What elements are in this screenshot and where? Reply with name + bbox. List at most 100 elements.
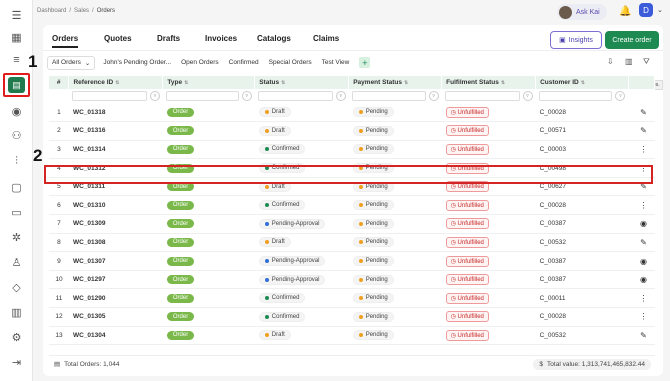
filter-icon[interactable]: ▿ — [522, 91, 533, 101]
columns-icon[interactable]: ▥ — [625, 57, 633, 66]
tab-orders[interactable]: Orders — [52, 34, 79, 48]
more-icon[interactable]: ⋮ — [628, 140, 655, 160]
more-icon[interactable]: ⋮ — [628, 288, 655, 309]
view-confirmed[interactable]: Confirmed — [229, 59, 259, 66]
edit-icon[interactable]: ✎ — [628, 233, 655, 253]
customer-id[interactable]: C_00028 — [535, 103, 629, 123]
filter-input[interactable] — [71, 91, 147, 101]
filter-input[interactable] — [444, 91, 520, 101]
col-payment[interactable]: Payment Status ⇅ — [348, 76, 443, 89]
more-icon[interactable]: ⋮ — [628, 307, 655, 327]
reference-id[interactable]: WC_01304 — [68, 326, 163, 346]
customer-id[interactable]: C_00028 — [535, 307, 629, 327]
reference-id[interactable]: WC_01308 — [68, 233, 163, 253]
table-row[interactable]: 8 WC_01308 Order Draft Pending ◷ Unfulfilled C… — [49, 233, 655, 253]
breadcrumb-sales[interactable]: Sales — [74, 8, 89, 14]
view-test-view[interactable]: Test View — [322, 59, 350, 66]
table-row[interactable]: 10 WC_01297 Order Pending-Approval Pending ◷ … — [49, 270, 655, 290]
reference-id[interactable]: WC_01314 — [68, 140, 163, 160]
table-row[interactable]: 2 WC_01316 Order Draft Pending ◷ Unfulfilled C… — [49, 121, 655, 141]
reference-id[interactable]: WC_01309 — [68, 214, 163, 234]
reference-id[interactable]: WC_01310 — [68, 195, 163, 216]
list-icon[interactable]: ≡ — [8, 53, 25, 67]
tab-quotes[interactable]: Quotes — [104, 34, 132, 43]
settings-icon[interactable]: ⚙ — [8, 330, 25, 344]
person-icon[interactable]: ♙ — [8, 255, 25, 269]
view-johns-pending[interactable]: John's Pending Order... — [103, 59, 171, 66]
more-icon[interactable]: ⋮ — [628, 195, 655, 216]
group-icon[interactable]: ⚇ — [8, 128, 25, 142]
col-type[interactable]: Type ⇅ — [162, 76, 256, 89]
tab-catalogs[interactable]: Catalogs — [257, 34, 291, 43]
add-view-icon[interactable]: + — [359, 57, 371, 68]
reference-id[interactable]: WC_01297 — [68, 270, 163, 290]
sidebar-item-orders-highlight[interactable]: ▤ — [3, 73, 30, 97]
bank-icon[interactable]: ▥ — [8, 305, 25, 319]
col-reference[interactable]: Reference ID ⇅ — [68, 76, 164, 89]
customer-id[interactable]: C_00387 — [535, 251, 629, 271]
reference-id[interactable]: WC_01318 — [68, 103, 163, 123]
customer-id[interactable]: C_00387 — [535, 214, 629, 234]
menu-icon[interactable]: ☰ — [8, 8, 25, 22]
customer-id[interactable]: C_00532 — [535, 233, 629, 253]
filter-input[interactable] — [351, 91, 426, 101]
table-row[interactable]: 1 WC_01318 Order Draft Pending ◷ Unfulfilled C… — [49, 103, 655, 123]
customer-id[interactable]: C_00028 — [535, 195, 629, 216]
eye-icon[interactable]: ◉ — [628, 270, 655, 290]
network-icon[interactable]: ✲ — [8, 230, 25, 244]
table-row[interactable]: 6 WC_01310 Order Confirmed Pending ◷ Unfulfil… — [49, 195, 655, 216]
logout-icon[interactable]: ⇥ — [8, 355, 25, 369]
col-status[interactable]: Status ⇅ — [254, 76, 350, 89]
filter-icon[interactable]: ▿ — [149, 91, 160, 101]
create-order-button[interactable]: Create order — [605, 31, 659, 49]
filter-icon[interactable]: ▿ — [428, 91, 439, 101]
filter-icon[interactable]: ▿ — [241, 91, 252, 101]
view-special-orders[interactable]: Special Orders — [269, 59, 312, 66]
orders-icon[interactable]: ▤ — [8, 77, 25, 93]
dashboard-icon[interactable]: ▦ — [8, 30, 25, 44]
customer-id[interactable]: C_00532 — [535, 326, 629, 346]
ask-kai-button[interactable]: Ask Kai — [557, 4, 607, 20]
edit-icon[interactable]: ✎ — [628, 121, 655, 141]
reference-id[interactable]: WC_01290 — [68, 288, 163, 309]
tab-invoices[interactable]: Invoices — [205, 34, 237, 43]
col-customer[interactable]: Customer ID ⇅ — [535, 76, 629, 89]
eye-icon[interactable]: ◉ — [628, 214, 655, 234]
insights-button[interactable]: ▣ Insights — [550, 31, 602, 49]
table-row[interactable]: 3 WC_01314 Order Confirmed Pending ◷ Unfulfil… — [49, 140, 655, 160]
tag-icon[interactable]: ◇ — [8, 280, 25, 294]
table-row[interactable]: 13 WC_01304 Order Draft Pending ◷ Unfulfilled… — [49, 326, 655, 346]
eye-icon[interactable]: ◉ — [628, 251, 655, 271]
filter-icon[interactable]: ▿ — [615, 91, 626, 101]
filter-input[interactable] — [257, 91, 333, 101]
tab-claims[interactable]: Claims — [313, 34, 339, 43]
reference-id[interactable]: WC_01307 — [68, 251, 163, 271]
export-icon[interactable]: ⇩ — [607, 57, 614, 66]
user-icon[interactable]: ◉ — [8, 104, 25, 118]
breadcrumb-dashboard[interactable]: Dashboard — [37, 8, 66, 14]
filter-icon[interactable]: ▿ — [335, 91, 346, 101]
filter-icon[interactable]: ⛛ — [643, 57, 650, 67]
view-open-orders[interactable]: Open Orders — [181, 59, 219, 66]
edit-icon[interactable]: ✎ — [628, 103, 655, 123]
filter-input[interactable] — [538, 91, 613, 101]
file-icon[interactable]: ▢ — [8, 180, 25, 194]
sliders-icon[interactable]: ⫶ — [8, 154, 25, 168]
folder-icon[interactable]: ▭ — [8, 205, 25, 219]
reference-id[interactable]: WC_01316 — [68, 121, 163, 141]
reference-id[interactable]: WC_01305 — [68, 307, 163, 327]
notification-bell-icon[interactable]: 🔔 — [619, 6, 631, 17]
table-row[interactable]: 12 WC_01305 Order Confirmed Pending ◷ Unfulfi… — [49, 307, 655, 327]
customer-id[interactable]: C_00011 — [535, 288, 629, 309]
table-row[interactable]: 7 WC_01309 Order Pending-Approval Pending ◷ U… — [49, 214, 655, 234]
filter-input[interactable] — [165, 91, 239, 101]
customer-id[interactable]: C_00387 — [535, 270, 629, 290]
user-avatar[interactable]: D — [639, 3, 653, 17]
tab-drafts[interactable]: Drafts — [157, 34, 180, 43]
table-row[interactable]: 11 WC_01290 Order Confirmed Pending ◷ Unfulfi… — [49, 288, 655, 309]
table-row[interactable]: 9 WC_01307 Order Pending-Approval Pending ◷ U… — [49, 251, 655, 271]
customer-id[interactable]: C_00003 — [535, 140, 629, 160]
col-fulfilment[interactable]: Fulfilment Status ⇅ — [441, 76, 537, 89]
edit-icon[interactable]: ✎ — [628, 326, 655, 346]
customer-id[interactable]: C_00571 — [535, 121, 629, 141]
